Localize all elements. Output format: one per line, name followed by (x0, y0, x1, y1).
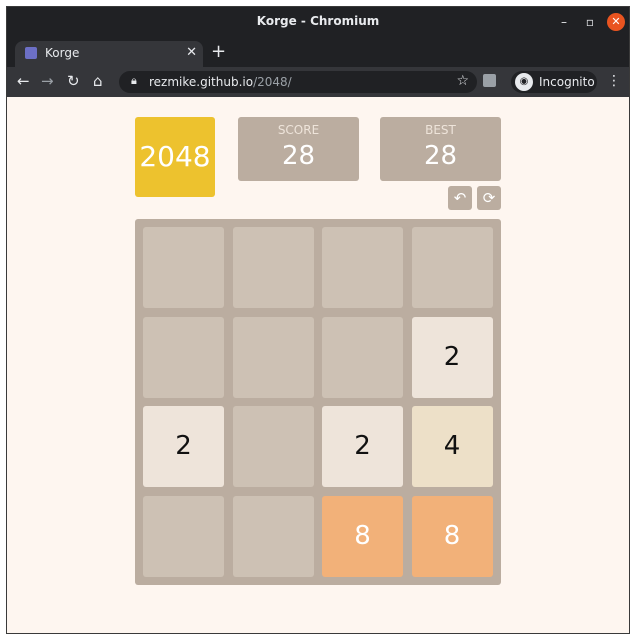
incognito-icon: ◉ (515, 73, 533, 91)
best-value: 28 (423, 141, 458, 171)
score-box: SCORE 28 (238, 117, 359, 181)
close-tab-icon[interactable]: ✕ (186, 45, 197, 60)
maximize-button[interactable]: ▫ (581, 13, 599, 31)
browser-toolbar: ← → ↻ ⌂ 🔒︎ rezmike.github.io/2048/ ☆ ◉ I… (7, 67, 629, 97)
close-window-button[interactable]: ✕ (607, 13, 625, 31)
best-label: BEST (425, 123, 456, 137)
tab-title: Korge (45, 46, 80, 60)
empty-cell (232, 406, 314, 487)
restart-button[interactable]: ⟳ (477, 186, 501, 210)
empty-cell (411, 227, 493, 308)
game-logo: 2048 (135, 117, 215, 197)
favicon-icon (25, 47, 37, 59)
tile-2: 2 (411, 316, 493, 398)
address-bar[interactable]: 🔒︎ rezmike.github.io/2048/ ☆ (119, 71, 477, 93)
empty-cell (232, 495, 314, 577)
lock-icon: 🔒︎ (131, 74, 137, 87)
title-bar: Korge - Chromium – ▫ ✕ (7, 7, 629, 37)
home-button[interactable]: ⌂ (93, 72, 103, 90)
empty-cell (322, 227, 403, 308)
url-host: rezmike.github.io (149, 75, 254, 89)
incognito-indicator[interactable]: ◉ Incognito (511, 71, 597, 93)
restart-icon: ⟳ (482, 189, 496, 207)
tile-8: 8 (411, 495, 493, 577)
undo-button[interactable]: ↶ (448, 186, 472, 210)
empty-cell (322, 316, 403, 398)
tile-8: 8 (322, 495, 403, 577)
reload-button[interactable]: ↻ (67, 72, 80, 90)
empty-cell (232, 227, 314, 308)
bookmark-star-icon[interactable]: ☆ (456, 73, 469, 89)
score-value: 28 (281, 141, 316, 171)
empty-cell (143, 316, 224, 398)
new-tab-button[interactable]: + (211, 41, 226, 62)
score-label: SCORE (277, 123, 320, 137)
empty-cell (143, 227, 224, 308)
menu-icon[interactable]: ⋮ (607, 73, 621, 89)
empty-cell (143, 495, 224, 577)
tile-2: 2 (322, 406, 403, 487)
extension-icon[interactable] (483, 74, 496, 87)
window-title: Korge - Chromium (256, 14, 380, 28)
empty-cell (232, 316, 314, 398)
incognito-label: Incognito (539, 75, 595, 89)
game-board[interactable]: 222488 (135, 219, 501, 585)
tile-4: 4 (411, 406, 493, 487)
tab-korge[interactable]: Korge ✕ (15, 41, 203, 67)
best-score-box: BEST 28 (380, 117, 501, 181)
back-button[interactable]: ← (17, 72, 30, 90)
undo-icon: ↶ (453, 189, 467, 207)
tile-2: 2 (143, 406, 224, 487)
browser-window: Korge - Chromium – ▫ ✕ Korge ✕ + ← → ↻ ⌂… (6, 6, 630, 634)
tab-strip: Korge ✕ (7, 37, 629, 67)
forward-button[interactable]: → (41, 72, 54, 90)
minimize-button[interactable]: – (555, 13, 573, 31)
url-path: /2048/ (253, 75, 292, 89)
url-text: rezmike.github.io/2048/ (149, 75, 292, 89)
